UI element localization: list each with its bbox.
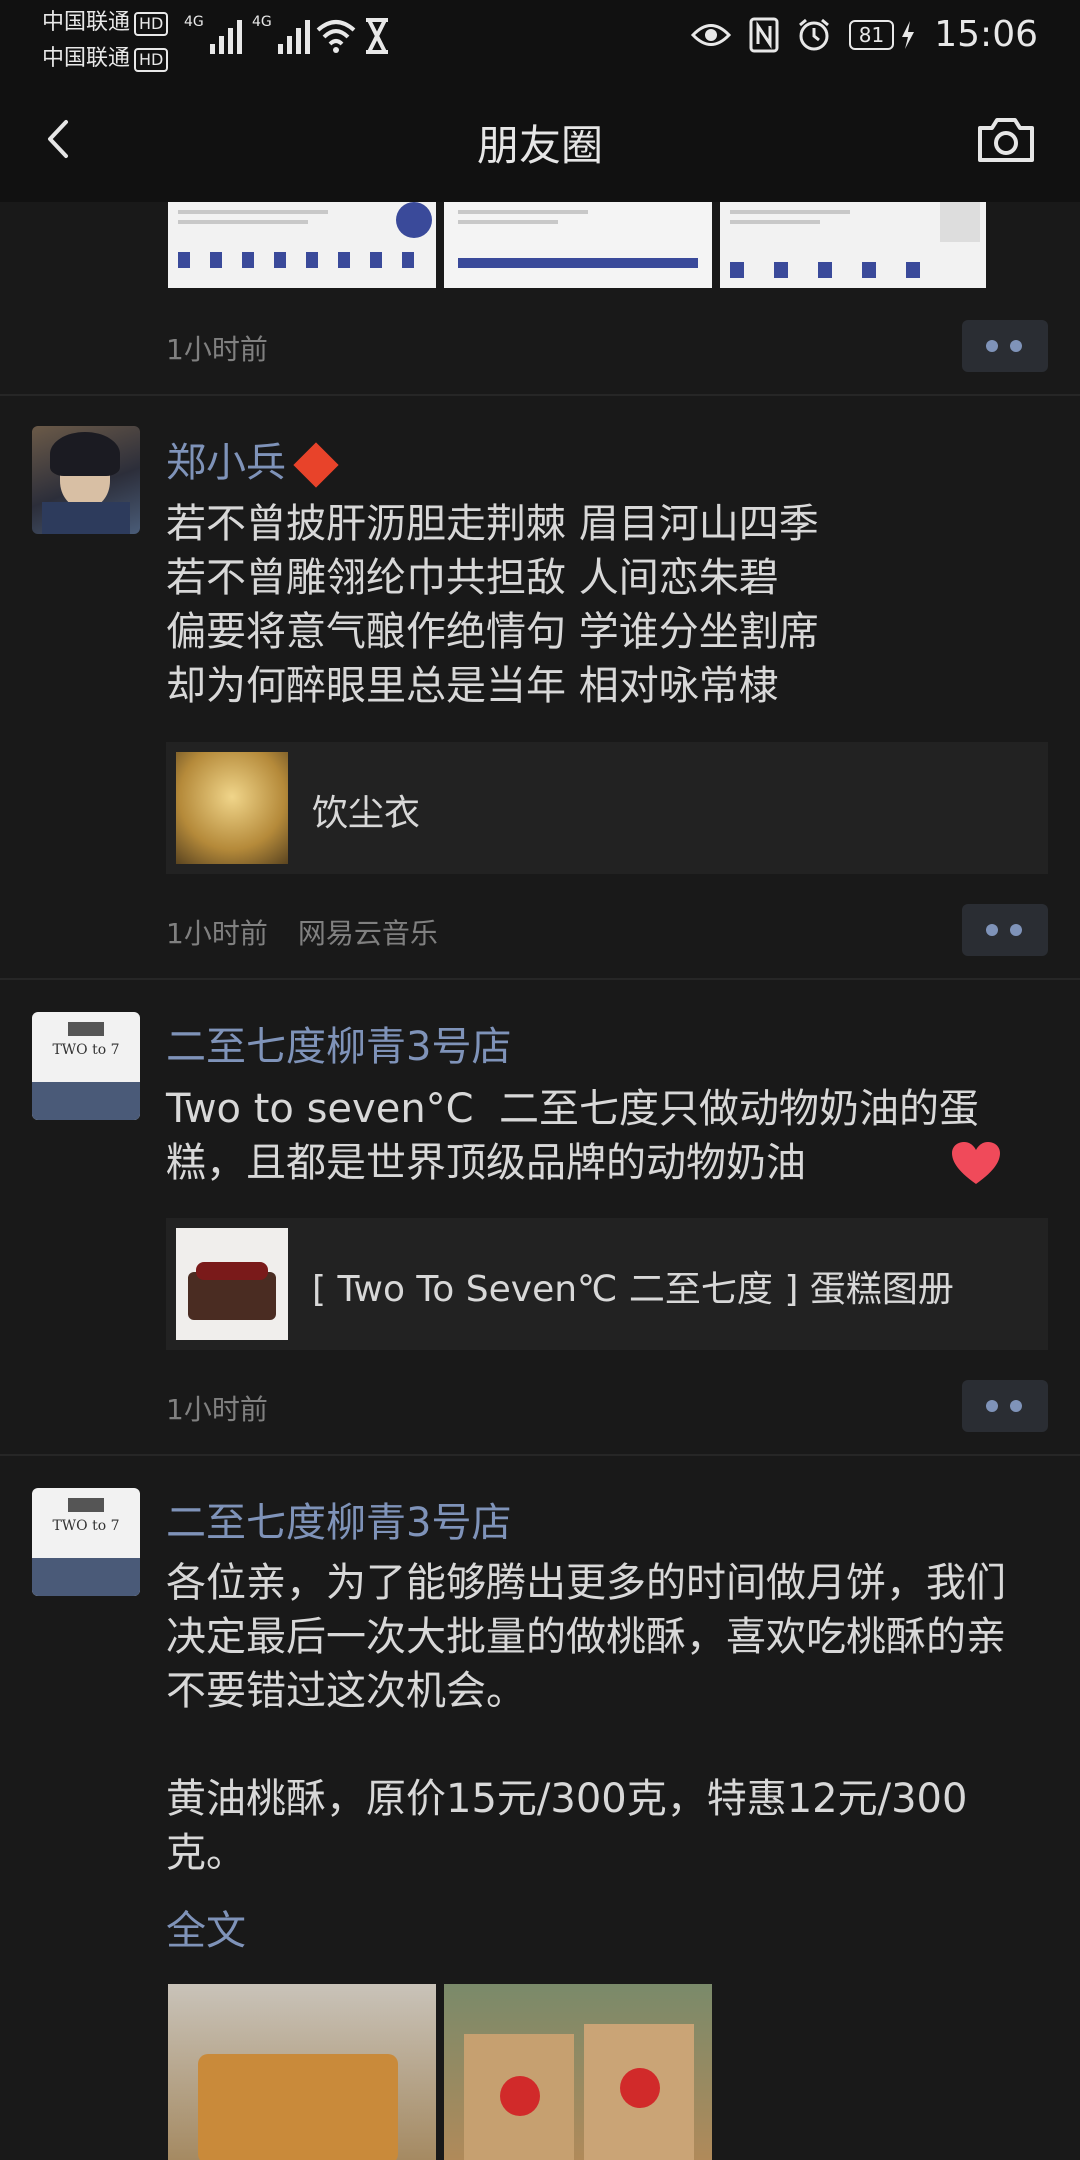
post-image[interactable]	[444, 202, 712, 288]
post-time: 1小时前	[166, 917, 268, 950]
nav-bar: 朋友圈	[0, 78, 1080, 202]
album-share-card[interactable]: [ Two To Seven℃ 二至七度 ] 蛋糕图册	[166, 1218, 1048, 1350]
wifi-icon	[316, 20, 356, 53]
music-cover-image	[176, 752, 288, 864]
avatar[interactable]	[32, 426, 140, 534]
full-text-link[interactable]: 全文	[166, 1898, 246, 1956]
post-divider	[0, 978, 1080, 980]
comment-more-button[interactable]	[962, 904, 1048, 956]
album-card-title: [ Two To Seven℃ 二至七度 ] 蛋糕图册	[312, 1269, 954, 1310]
network-type-1: 4G	[184, 14, 204, 30]
post-time: 1小时前	[166, 1393, 268, 1426]
post-text: 各位亲，为了能够腾出更多的时间做月饼，我们决定最后一次大批量的做桃酥，喜欢吃桃酥…	[166, 1560, 1006, 1876]
alarm-icon	[798, 18, 829, 50]
nfc-icon	[749, 17, 779, 52]
signal-icon: 4G	[184, 14, 242, 54]
post-image[interactable]	[444, 1984, 712, 2160]
post-meta: 1小时前	[166, 328, 268, 368]
page-title: 朋友圈	[476, 121, 603, 170]
post-meta: 1小时前	[166, 1388, 268, 1428]
post-time: 1小时前	[166, 333, 268, 366]
camera-icon[interactable]	[976, 114, 1036, 166]
music-card-title: 饮尘衣	[312, 793, 421, 834]
comment-more-button[interactable]	[962, 1380, 1048, 1432]
carrier-2: 中国联通 HD	[42, 40, 169, 72]
heart-emoji-icon	[952, 1142, 1000, 1184]
status-bar: 中国联通 HD 中国联通 HD 4G 4G 81 15:06	[0, 0, 1080, 78]
comment-more-button[interactable]	[962, 320, 1048, 372]
post-image[interactable]	[720, 202, 986, 288]
poster-name[interactable]: 二至七度柳青3号店	[166, 1490, 511, 1548]
hd-badge: HD	[134, 48, 169, 72]
post-text: Two to seven°C 二至七度只做动物奶油的蛋糕，且都是世界顶级品牌的动…	[166, 1086, 980, 1186]
post-text: 若不曾披肝沥胆走荆棘 眉目河山四季 若不曾雕翎纶巾共担敌 人间恋朱碧 偏要将意气…	[166, 501, 819, 709]
status-right: 81 15:06	[690, 14, 1038, 55]
fortune-badge-icon	[293, 442, 339, 488]
hd-badge: HD	[134, 12, 169, 36]
avatar[interactable]: TWO to 7	[32, 1012, 140, 1120]
poster-name[interactable]: 二至七度柳青3号店	[166, 1014, 511, 1072]
post-source[interactable]: 网易云音乐	[298, 917, 438, 950]
carrier-2-label: 中国联通	[42, 46, 131, 71]
network-type-2: 4G	[252, 14, 272, 30]
signal-icon: 4G	[252, 14, 310, 54]
post-image[interactable]	[168, 1984, 436, 2160]
avatar[interactable]: TWO to 7	[32, 1488, 140, 1596]
post-meta: 1小时前 网易云音乐	[166, 912, 438, 952]
post-divider	[0, 394, 1080, 396]
post-divider	[0, 1454, 1080, 1456]
poster-name[interactable]: 郑小兵	[166, 430, 339, 488]
carrier-1: 中国联通 HD	[42, 4, 169, 36]
carrier-1-label: 中国联通	[42, 10, 131, 35]
clock: 15:06	[934, 14, 1038, 55]
cake-thumbnail-image	[176, 1228, 288, 1340]
poster-name-label: 郑小兵	[166, 440, 286, 486]
charging-icon	[902, 20, 915, 49]
post-image[interactable]	[168, 202, 436, 288]
battery-icon: 81	[848, 19, 895, 50]
music-share-card[interactable]: 饮尘衣	[166, 742, 1048, 874]
hourglass-icon	[366, 18, 388, 54]
eye-icon	[690, 23, 731, 46]
